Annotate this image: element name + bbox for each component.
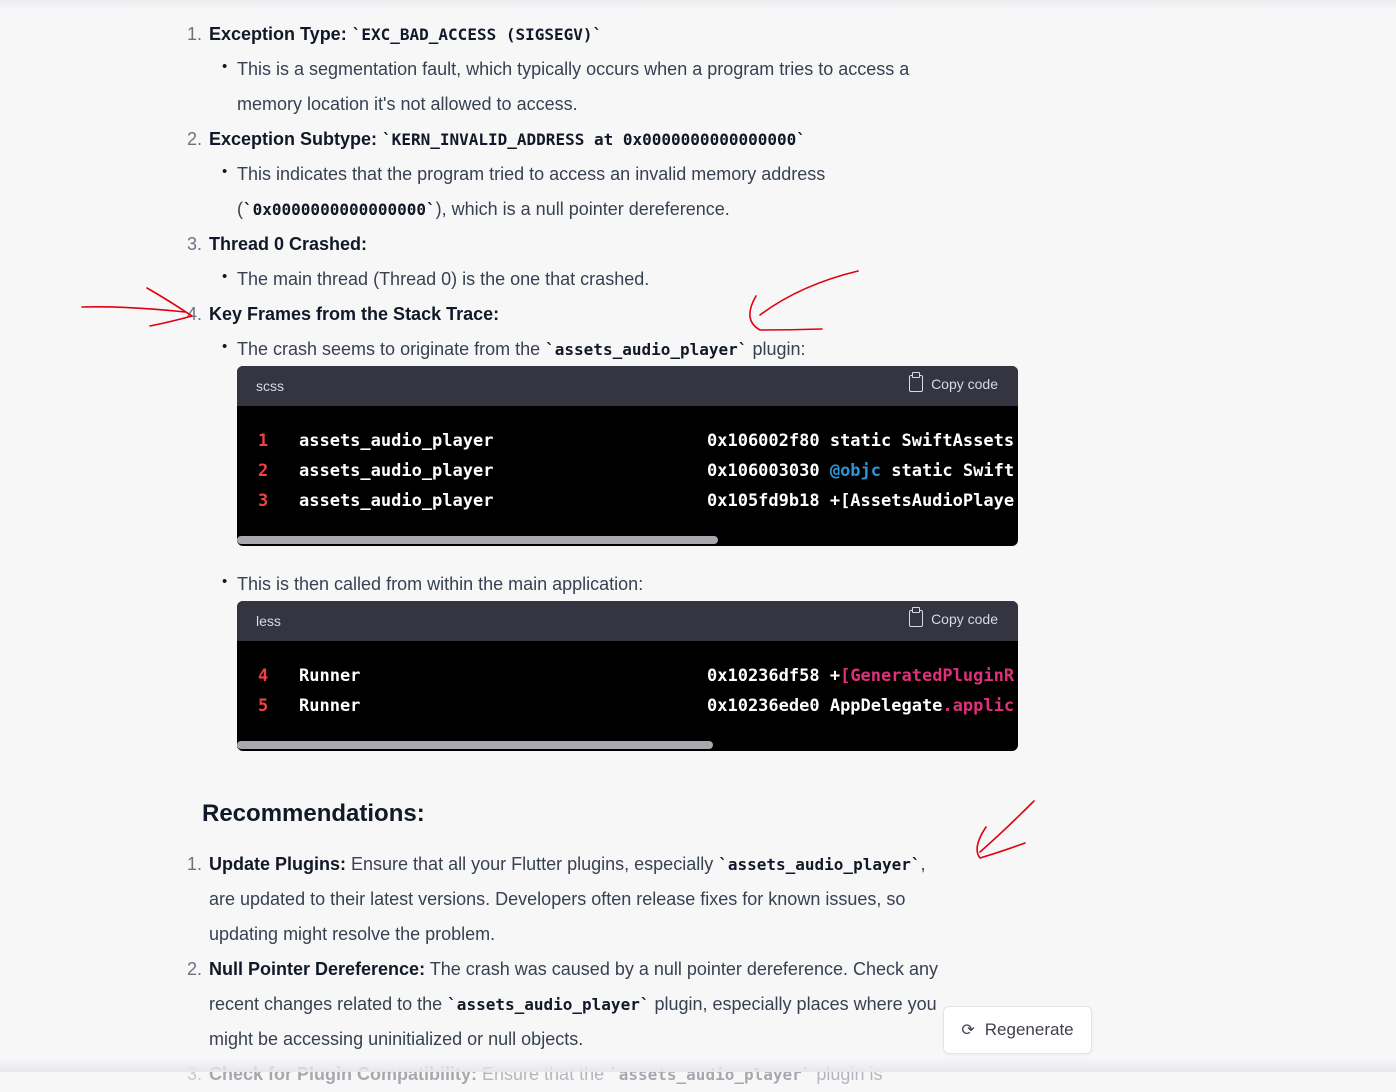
bullet-text: This indicates that the program tried to… (237, 164, 826, 184)
item-text: recent changes related to the (209, 994, 448, 1014)
annotation-arrow-head (976, 826, 1026, 859)
item-title: Exception Type: (209, 24, 347, 44)
inline-code: `assets_audio_player` (718, 855, 921, 874)
inline-code: `assets_audio_player` (545, 340, 748, 359)
annotation-arrow-line (81, 306, 186, 313)
code-token: AppDelegate (819, 696, 943, 716)
copy-code-button[interactable]: Copy code (909, 607, 998, 627)
code-line: 2 assets_audio_player 0x106003030 @objc … (237, 456, 1018, 486)
recommendations-heading: Recommendations: (202, 800, 425, 827)
code-token: Runner (299, 666, 361, 686)
code-token: 0x106003030 (707, 461, 820, 481)
code-line: 5 Runner 0x10236ede0 AppDelegate.applic (237, 691, 1018, 721)
clipboard-icon (909, 607, 924, 627)
regenerate-label: Regenerate (984, 1020, 1074, 1039)
item-title: Thread 0 Crashed: (209, 234, 368, 254)
copy-code-label: Copy code (931, 375, 998, 392)
code-language: scss (256, 378, 284, 394)
bullet-item: • The main thread (Thread 0) is the one … (222, 268, 650, 289)
item-title: Update Plugins: (209, 854, 347, 874)
code-body[interactable]: 4 Runner 0x10236df58 +[GeneratedPluginR … (237, 641, 1018, 751)
code-block-header: less Copy code (237, 601, 1018, 641)
inline-code: `assets_audio_player` (447, 995, 650, 1014)
bullet-text: This is then called from within the main… (237, 574, 644, 594)
item-continuation: might be accessing uninitialized or null… (209, 1029, 584, 1049)
code-token: Runner (299, 696, 361, 716)
item-title: Exception Subtype: (209, 129, 378, 149)
code-block: less Copy code 4 Runner 0x10236df58 +[Ge… (237, 601, 1018, 751)
code-keyword: .applic (942, 696, 1015, 716)
bullet-continuation: (`0x0000000000000000`), which is a null … (237, 192, 730, 227)
item-continuation: recent changes related to the `assets_au… (209, 987, 937, 1022)
list-number: 2. (186, 129, 202, 149)
list-number: 4. (186, 304, 202, 324)
inline-code: `0x0000000000000000` (243, 200, 436, 219)
code-token: +[AssetsAudioPlaye (819, 491, 1015, 511)
list-number: 3. (186, 234, 202, 254)
bullet-text: ), which is a null pointer dereference. (435, 199, 730, 219)
item-title: Null Pointer Dereference: (209, 959, 426, 979)
bullet-item: • This is then called from within the ma… (222, 573, 644, 594)
annotation-arrow-line (759, 270, 859, 316)
item-continuation: updating might resolve the problem. (209, 924, 496, 944)
code-line: 3 assets_audio_player 0x105fd9b18 +[Asse… (237, 486, 1018, 516)
line-number: 2 (258, 461, 269, 481)
list-number: 2. (186, 959, 202, 979)
bullet-item: • The crash seems to originate from the … (222, 338, 806, 359)
item-text: The crash was caused by a null pointer d… (425, 959, 939, 979)
code-language: less (256, 613, 281, 629)
list-number: 1. (186, 24, 202, 44)
code-keyword: [GeneratedPluginR (840, 666, 1015, 686)
bullet-text: This is a segmentation fault, which typi… (237, 59, 910, 79)
clipboard-icon (909, 372, 924, 392)
bullet-continuation: memory location it's not allowed to acce… (237, 87, 578, 122)
bullet-item: • This is a segmentation fault, which ty… (222, 58, 910, 79)
code-token: assets_audio_player (299, 461, 494, 481)
line-number: 5 (258, 696, 269, 716)
bullet-text: The crash seems to originate from the (237, 339, 546, 359)
bullet-text: The main thread (Thread 0) is the one th… (237, 269, 650, 289)
horizontal-scrollbar[interactable] (237, 536, 718, 544)
code-keyword: @objc (819, 461, 882, 481)
annotation-arrow-line (979, 800, 1035, 853)
code-token: assets_audio_player (299, 431, 494, 451)
copy-code-label: Copy code (931, 610, 998, 627)
code-token: static SwiftAssets (819, 431, 1015, 451)
code-token: 0x106002f80 (707, 431, 820, 451)
code-token: 0x105fd9b18 (707, 491, 820, 511)
copy-code-button[interactable]: Copy code (909, 372, 998, 392)
code-token: 0x10236ede0 (707, 696, 820, 716)
bullet-text: plugin: (747, 339, 806, 359)
item-text: Ensure that all your Flutter plugins, es… (346, 854, 719, 874)
line-number: 1 (258, 431, 269, 451)
inline-code: `EXC_BAD_ACCESS (SIGSEGV)` (351, 25, 603, 44)
annotation-arrow-head (749, 295, 823, 331)
bullet-text: memory location it's not allowed to acce… (237, 94, 578, 114)
horizontal-scrollbar[interactable] (237, 741, 713, 749)
code-token: 0x10236df58 (707, 666, 820, 686)
line-number: 4 (258, 666, 269, 686)
regenerate-button[interactable]: ⟳ Regenerate (943, 1006, 1092, 1054)
top-fade (0, 0, 1396, 10)
code-line: 4 Runner 0x10236df58 +[GeneratedPluginR (237, 661, 1018, 691)
code-block: scss Copy code 1 assets_audio_player 0x1… (237, 366, 1018, 546)
list-number: 1. (186, 854, 202, 874)
item-title: Key Frames from the Stack Trace: (209, 304, 500, 324)
item-text: plugin, especially places where you (649, 994, 937, 1014)
code-body[interactable]: 1 assets_audio_player 0x106002f80 static… (237, 406, 1018, 546)
code-line: 1 assets_audio_player 0x106002f80 static… (237, 426, 1018, 456)
item-continuation: are updated to their latest versions. De… (209, 889, 906, 909)
code-token: + (819, 666, 841, 686)
refresh-icon: ⟳ (961, 1022, 975, 1039)
item-text: , (920, 854, 926, 874)
code-token: assets_audio_player (299, 491, 494, 511)
line-number: 3 (258, 491, 269, 511)
code-block-header: scss Copy code (237, 366, 1018, 406)
bottom-fade (0, 1058, 1396, 1072)
inline-code: `KERN_INVALID_ADDRESS at 0x0000000000000… (382, 130, 806, 149)
bullet-item: • This indicates that the program tried … (222, 163, 826, 184)
code-token: static Swift (881, 461, 1015, 481)
